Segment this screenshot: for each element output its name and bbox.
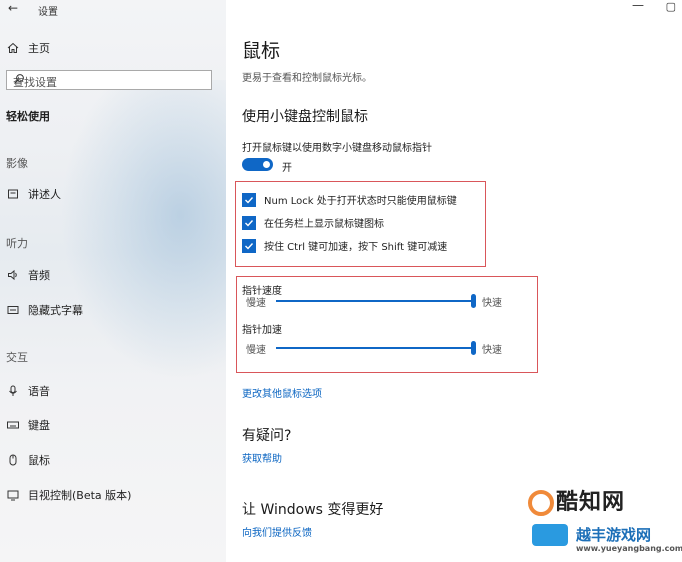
microphone-icon xyxy=(6,384,20,398)
more-mouse-options-link[interactable]: 更改其他鼠标选项 xyxy=(242,385,322,400)
sidebar-item-eye-control[interactable]: 目视控制(Beta 版本) xyxy=(6,487,131,503)
pointer-acceleration-label: 指针加速 xyxy=(242,325,282,336)
keyboard-icon xyxy=(6,418,20,432)
slider-max-label: 快速 xyxy=(482,298,502,309)
improve-title: 让 Windows 变得更好 xyxy=(242,502,384,518)
sidebar-item-label: 主页 xyxy=(28,42,50,55)
sidebar-item-keyboard[interactable]: 键盘 xyxy=(6,417,50,433)
sidebar-group-vision: 影像 xyxy=(6,157,28,170)
sidebar-item-mouse[interactable]: 鼠标 xyxy=(6,452,50,468)
watermark-brand: 酷知网 xyxy=(556,490,626,515)
sidebar-item-narrator[interactable]: 讲述人 xyxy=(6,186,61,202)
minimize-icon[interactable]: — xyxy=(632,0,644,12)
search-input[interactable]: 查找设置 xyxy=(6,70,212,90)
sidebar: ← 设置 主页 查找设置 轻松使用 影像 讲述人 听力 音频 隐藏式字幕 交互 xyxy=(0,0,226,562)
eye-control-icon xyxy=(6,488,20,502)
sidebar-item-label: 隐藏式字幕 xyxy=(28,304,83,317)
sidebar-item-audio[interactable]: 音频 xyxy=(6,267,50,283)
watermark-url: www.yueyangbang.com xyxy=(576,544,682,553)
slider-thumb[interactable] xyxy=(471,341,476,355)
watermark-brand2: 越丰游戏网 xyxy=(576,526,652,544)
watermark-logo-icon xyxy=(528,490,554,516)
toggle-state: 开 xyxy=(282,163,292,174)
checkbox-numlock[interactable]: Num Lock 处于打开状态时只能使用鼠标键 xyxy=(242,192,457,207)
sidebar-item-label: 目视控制(Beta 版本) xyxy=(28,489,132,502)
checkbox-label: 在任务栏上显示鼠标键图标 xyxy=(264,219,384,230)
search-icon[interactable] xyxy=(13,73,207,88)
slider-min-label: 慢速 xyxy=(246,298,266,309)
sidebar-item-label: 键盘 xyxy=(28,419,50,432)
slider-track[interactable] xyxy=(276,347,472,349)
sidebar-item-label: 鼠标 xyxy=(28,454,50,467)
mouse-keys-toggle[interactable] xyxy=(242,158,273,171)
sidebar-item-home[interactable]: 主页 xyxy=(6,40,50,56)
caption-icon xyxy=(6,303,20,317)
close-icon[interactable]: ▢ xyxy=(666,0,676,13)
help-title: 有疑问? xyxy=(242,428,292,444)
checkbox-taskbar-icon[interactable]: 在任务栏上显示鼠标键图标 xyxy=(242,215,384,230)
checkbox-label: 按住 Ctrl 键可加速，按下 Shift 键可减速 xyxy=(264,242,448,253)
title-bar: ← 设置 xyxy=(0,0,226,18)
sidebar-item-label: 音频 xyxy=(28,269,50,282)
toggle-label: 打开鼠标键以使用数字小键盘移动鼠标指针 xyxy=(242,143,432,154)
speaker-icon xyxy=(6,268,20,282)
checkbox-checked-icon[interactable] xyxy=(242,215,256,230)
back-arrow-icon[interactable]: ← xyxy=(8,1,18,15)
checkbox-label: Num Lock 处于打开状态时只能使用鼠标键 xyxy=(264,196,457,207)
narrator-icon xyxy=(6,187,20,201)
slider-track[interactable] xyxy=(276,300,472,302)
checkbox-checked-icon[interactable] xyxy=(242,238,256,253)
sidebar-item-captions[interactable]: 隐藏式字幕 xyxy=(6,302,83,318)
get-help-link[interactable]: 获取帮助 xyxy=(242,450,282,465)
checkbox-ctrl-shift[interactable]: 按住 Ctrl 键可加速，按下 Shift 键可减速 xyxy=(242,238,447,253)
pointer-speed-slider[interactable]: 慢速 快速 xyxy=(242,294,532,309)
watermark: 酷知网 越丰游戏网 www.yueyangbang.com xyxy=(528,484,682,562)
page-description: 更易于查看和控制鼠标光标。 xyxy=(242,73,372,84)
main-content: — ▢ 鼠标 更易于查看和控制鼠标光标。 使用小键盘控制鼠标 打开鼠标键以使用数… xyxy=(226,0,682,562)
feedback-link[interactable]: 向我们提供反馈 xyxy=(242,524,312,539)
sidebar-item-speech[interactable]: 语音 xyxy=(6,383,50,399)
watermark-badge-icon xyxy=(532,524,568,546)
app-title: 设置 xyxy=(38,7,58,18)
checkbox-checked-icon[interactable] xyxy=(242,192,256,207)
section-title: 使用小键盘控制鼠标 xyxy=(242,109,368,125)
slider-thumb[interactable] xyxy=(471,294,476,308)
sidebar-section-title: 轻松使用 xyxy=(6,110,50,123)
slider-min-label: 慢速 xyxy=(246,345,266,356)
toggle-knob xyxy=(263,161,270,168)
slider-max-label: 快速 xyxy=(482,345,502,356)
sidebar-group-hearing: 听力 xyxy=(6,237,28,250)
sidebar-group-interaction: 交互 xyxy=(6,351,28,364)
sidebar-item-label: 讲述人 xyxy=(28,188,61,201)
sidebar-blur xyxy=(60,80,226,380)
home-icon xyxy=(6,41,20,55)
page-title: 鼠标 xyxy=(242,40,281,62)
pointer-acceleration-slider[interactable]: 慢速 快速 xyxy=(242,341,532,356)
mouse-icon xyxy=(6,453,20,467)
sidebar-item-label: 语音 xyxy=(28,385,50,398)
